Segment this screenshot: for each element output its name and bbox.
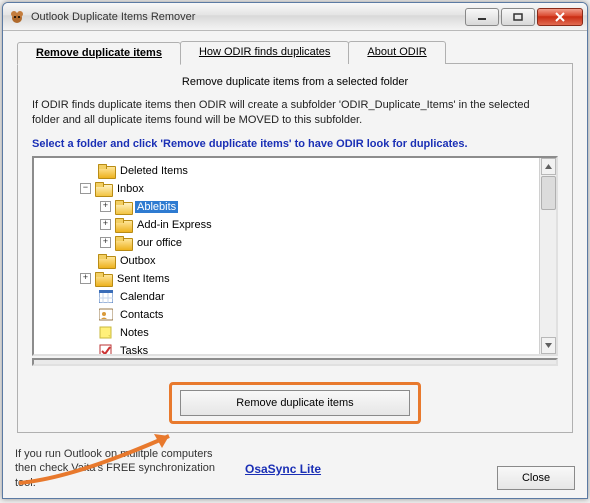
- folder-icon: [115, 236, 131, 250]
- scroll-up-button[interactable]: [541, 158, 556, 175]
- tree-label: Calendar: [118, 291, 167, 303]
- folder-icon: [98, 254, 114, 268]
- contacts-icon: [98, 308, 114, 322]
- close-window-button[interactable]: [537, 8, 583, 26]
- tree-node-notes[interactable]: Notes: [40, 324, 554, 342]
- panel-heading: Remove duplicate items from a selected f…: [32, 76, 558, 88]
- tab-how-odir-finds[interactable]: How ODIR finds duplicates: [180, 41, 349, 64]
- footer-text: If you run Outlook on mulitple computers…: [15, 447, 235, 490]
- close-button[interactable]: Close: [497, 466, 575, 490]
- folder-icon: [95, 272, 111, 286]
- footer: If you run Outlook on mulitple computers…: [3, 441, 587, 498]
- tree-label: Inbox: [115, 183, 146, 195]
- tree-label: Sent Items: [115, 273, 172, 285]
- tree-label: Add-in Express: [135, 219, 214, 231]
- expand-icon[interactable]: +: [100, 201, 111, 212]
- panel-description: If ODIR finds duplicate items then ODIR …: [32, 98, 558, 128]
- tree-node-sent-items[interactable]: + Sent Items: [40, 270, 554, 288]
- tree-label: Tasks: [118, 345, 150, 356]
- collapse-icon[interactable]: −: [80, 183, 91, 194]
- app-window: Outlook Duplicate Items Remover Remove d…: [2, 2, 588, 499]
- tree-node-tasks[interactable]: Tasks: [40, 342, 554, 356]
- folder-icon: [115, 218, 131, 232]
- tree-node-inbox[interactable]: − Inbox: [40, 180, 554, 198]
- remove-duplicates-button[interactable]: Remove duplicate items: [180, 390, 410, 416]
- folder-tree[interactable]: Deleted Items − Inbox +: [32, 156, 558, 356]
- tab-about-odir[interactable]: About ODIR: [348, 41, 445, 64]
- action-highlight-box: Remove duplicate items: [169, 382, 421, 424]
- folder-open-icon: [115, 200, 131, 214]
- tree-label: Outbox: [118, 255, 157, 267]
- folder-open-icon: [95, 182, 111, 196]
- osasync-link[interactable]: OsaSync Lite: [245, 462, 321, 476]
- window-title: Outlook Duplicate Items Remover: [31, 11, 463, 23]
- tree-node-our-office[interactable]: + our office: [60, 234, 554, 252]
- titlebar: Outlook Duplicate Items Remover: [3, 3, 587, 31]
- tree-node-outbox[interactable]: Outbox: [40, 252, 554, 270]
- calendar-icon: [98, 290, 114, 304]
- tab-remove-duplicates[interactable]: Remove duplicate items: [17, 42, 181, 65]
- maximize-button[interactable]: [501, 8, 535, 26]
- tree-label: Contacts: [118, 309, 165, 321]
- app-icon: [9, 9, 25, 25]
- tree-node-ablebits[interactable]: + Ablebits: [60, 198, 554, 216]
- scroll-thumb[interactable]: [541, 176, 556, 210]
- minimize-button[interactable]: [465, 8, 499, 26]
- scroll-down-button[interactable]: [541, 337, 556, 354]
- tasks-icon: [98, 344, 114, 356]
- tab-panel: Remove duplicate items from a selected f…: [17, 63, 573, 433]
- tree-node-addin-express[interactable]: + Add-in Express: [60, 216, 554, 234]
- horizontal-scrollbar[interactable]: [32, 358, 558, 366]
- notes-icon: [98, 326, 114, 340]
- window-controls: [463, 8, 583, 26]
- expand-icon[interactable]: +: [80, 273, 91, 284]
- tree-label: our office: [135, 237, 184, 249]
- tree-node-deleted-items[interactable]: Deleted Items: [40, 162, 554, 180]
- tree-label: Deleted Items: [118, 165, 190, 177]
- expand-icon[interactable]: +: [100, 237, 111, 248]
- tree-label: Notes: [118, 327, 151, 339]
- tabstrip: Remove duplicate items How ODIR finds du…: [17, 41, 573, 64]
- expand-icon[interactable]: +: [100, 219, 111, 230]
- tree-label-selected: Ablebits: [135, 201, 178, 213]
- tree-node-calendar[interactable]: Calendar: [40, 288, 554, 306]
- panel-instruction: Select a folder and click 'Remove duplic…: [32, 138, 558, 150]
- tree-node-contacts[interactable]: Contacts: [40, 306, 554, 324]
- tree-scrollbar[interactable]: [539, 158, 556, 354]
- folder-icon: [98, 164, 114, 178]
